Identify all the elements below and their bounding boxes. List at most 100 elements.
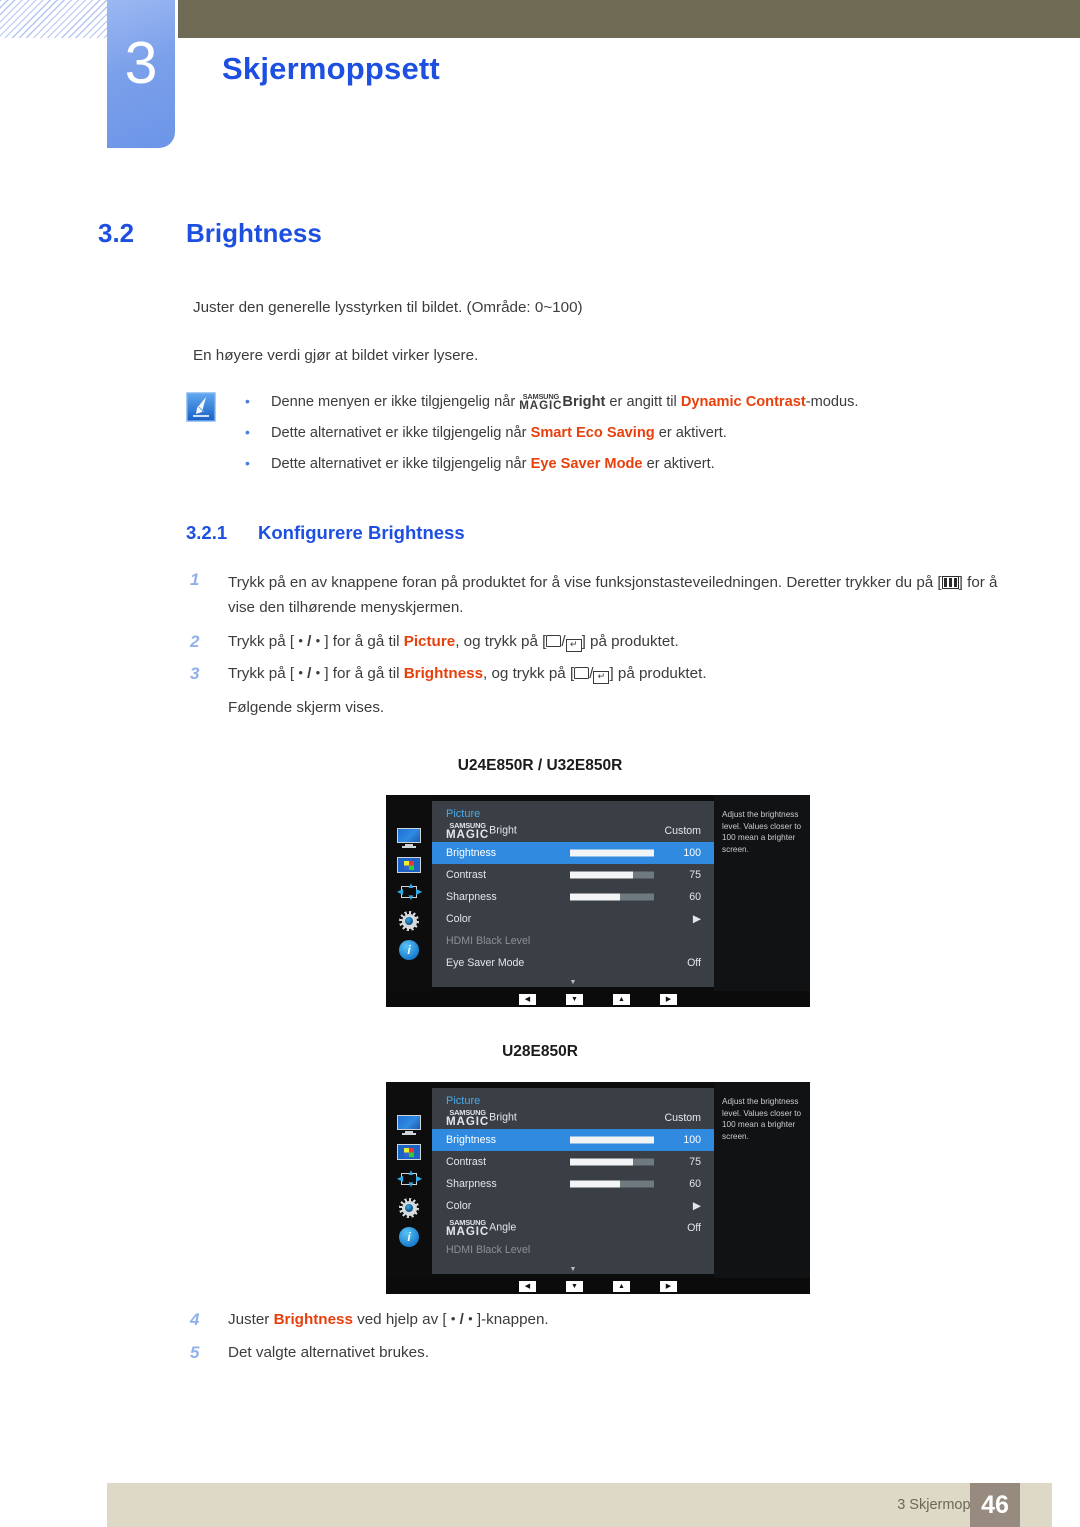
nav-right-icon[interactable]: ▶	[660, 1280, 677, 1292]
page-header: 3 Skjermoppsett	[0, 0, 1080, 180]
osd-row-sharpness[interactable]: Sharpness 60	[432, 1173, 714, 1195]
scroll-down-icon[interactable]: ▼	[570, 1266, 577, 1273]
step-4-text-a: Juster	[228, 1311, 274, 1328]
note-2-highlight: Smart Eco Saving	[530, 425, 655, 441]
osd-row-label: Contrast	[446, 869, 487, 881]
step-2-target: Picture	[403, 633, 456, 650]
osd-screenshot-2: ▲ ▼ ◀ ▶ i Picture SAMSUNG MAGIC Bright Custo…	[386, 1082, 810, 1280]
osd-menu-title: Picture	[446, 1095, 481, 1107]
osd-navbar-1: ◀ ▼ ▲ ▶	[386, 991, 810, 1007]
chapter-number-badge: 3	[107, 0, 175, 148]
chapter-title: Skjermoppsett	[222, 51, 440, 86]
osd-row-value: Custom	[664, 1112, 702, 1124]
display-arrows-icon[interactable]: ▲ ▼ ◀ ▶	[397, 1169, 422, 1189]
osd-row-label: SAMSUNG MAGIC Angle	[446, 1218, 517, 1239]
nav-down-icon[interactable]: ▼	[566, 1280, 583, 1292]
osd-tooltip-1: Adjust the brightness level. Values clos…	[714, 795, 810, 993]
menu-key-icon	[941, 576, 959, 589]
step-5-text: Det valgte alternativet brukes.	[228, 1344, 429, 1361]
dot-icon: •	[315, 665, 321, 680]
step-3-text-a: Trykk på [	[228, 665, 299, 682]
osd-row-contrast[interactable]: Contrast 75	[432, 864, 714, 886]
osd-row-value: 75	[689, 869, 701, 881]
step-3-target: Brightness	[403, 665, 484, 682]
step-4-number: 4	[190, 1310, 200, 1329]
gear-icon[interactable]	[399, 911, 419, 931]
gear-icon[interactable]	[399, 1198, 419, 1218]
note-3-highlight: Eye Saver Mode	[530, 456, 643, 472]
osd-navbar-2: ◀ ▼ ▲ ▶	[386, 1278, 810, 1294]
osd-row-value: 75	[689, 1156, 701, 1168]
section-paragraph-2: En høyere verdi gjør at bildet virker ly…	[193, 347, 479, 364]
osd-slider-contrast[interactable]	[570, 1158, 654, 1166]
info-icon[interactable]: i	[399, 1227, 419, 1247]
nav-down-icon[interactable]: ▼	[566, 993, 583, 1005]
osd-row-magicbright[interactable]: SAMSUNG MAGIC Bright Custom	[432, 1107, 714, 1129]
display-arrows-icon[interactable]: ▲ ▼ ◀ ▶	[397, 882, 422, 902]
section-number: 3.2	[98, 218, 135, 248]
step-3-text-c: , og trykk på [	[483, 665, 575, 682]
osd-row-brightness[interactable]: Brightness 100	[432, 842, 714, 864]
note-2-pre: Dette alternativet er ikke tilgjengelig …	[271, 425, 531, 441]
step-1-text-a: Trykk på en av knappene foran på produkt…	[228, 574, 942, 591]
note-1-magic-suffix: Bright	[562, 394, 606, 410]
dot-icon: •	[298, 633, 303, 648]
note-3-pre: Dette alternativet er ikke tilgjengelig …	[271, 456, 531, 472]
enter-key-icon: ↵	[565, 639, 582, 652]
nav-left-icon[interactable]: ◀	[519, 993, 536, 1005]
osd-slider-brightness[interactable]	[570, 849, 654, 857]
monitor-icon[interactable]	[397, 1115, 421, 1135]
step-3-separator: /	[302, 665, 316, 682]
step-4-target: Brightness	[273, 1311, 353, 1328]
step-4-text-b: ved hjelp av [	[352, 1311, 451, 1328]
osd-row-label: Color	[446, 913, 472, 925]
osd-row-magicangle[interactable]: SAMSUNG MAGIC Angle Off	[432, 1217, 714, 1239]
osd-row-label: Sharpness	[446, 1178, 497, 1190]
osd-slider-sharpness[interactable]	[570, 893, 654, 901]
info-icon[interactable]: i	[399, 940, 419, 960]
scroll-down-icon[interactable]: ▼	[570, 979, 577, 986]
nav-up-icon[interactable]: ▲	[613, 993, 630, 1005]
picture-icon[interactable]	[397, 857, 421, 873]
page-number: 46	[981, 1490, 1009, 1519]
osd-row-hdmi-black-level: HDMI Black Level	[432, 1239, 714, 1261]
step-2-text-a: Trykk på [	[228, 633, 299, 650]
nav-left-icon[interactable]: ◀	[519, 1280, 536, 1292]
step-3-text: Trykk på [ • / • ] for å gå til Brightne…	[228, 665, 707, 684]
monitor-icon[interactable]	[397, 828, 421, 848]
osd-row-color[interactable]: Color ▶	[432, 908, 714, 930]
osd-row-color[interactable]: Color ▶	[432, 1195, 714, 1217]
step-4-text: Juster Brightness ved hjelp av [ • / • ]…	[228, 1311, 549, 1328]
osd-sidebar-2: ▲ ▼ ◀ ▶ i	[386, 1082, 432, 1280]
osd-row-label: Sharpness	[446, 891, 497, 903]
osd-row-label: Color	[446, 1200, 472, 1212]
subsection-title: Konfigurere Brightness	[258, 522, 465, 543]
back-key-icon	[546, 635, 562, 647]
step-2-text: Trykk på [ • / • ] for å gå til Picture,…	[228, 633, 679, 652]
step-2-text-b: ] for å gå til	[320, 633, 404, 650]
osd-row-sharpness[interactable]: Sharpness 60	[432, 886, 714, 908]
enter-key-icon: ↵	[593, 671, 610, 684]
step-2-number: 2	[190, 632, 200, 651]
osd-slider-sharpness[interactable]	[570, 1180, 654, 1188]
osd-row-label: Brightness	[446, 1134, 497, 1146]
submenu-arrow-icon: ▶	[692, 913, 701, 925]
submenu-arrow-icon: ▶	[692, 1200, 701, 1212]
osd-row-label: Contrast	[446, 1156, 487, 1168]
step-2-separator: /	[302, 633, 316, 650]
nav-up-icon[interactable]: ▲	[613, 1280, 630, 1292]
osd-row-hdmi-black-level: HDMI Black Level	[432, 930, 714, 952]
step-1-text: Trykk på en av knappene foran på produkt…	[228, 571, 1028, 620]
osd-row-eye-saver-mode[interactable]: Eye Saver Mode Off	[432, 952, 714, 974]
osd-model-label-1: U24E850R / U32E850R	[457, 757, 623, 774]
dot-icon: •	[315, 633, 321, 648]
section-paragraph-1: Juster den generelle lysstyrken til bild…	[193, 299, 583, 316]
nav-right-icon[interactable]: ▶	[660, 993, 677, 1005]
osd-slider-contrast[interactable]	[570, 871, 654, 879]
osd-slider-brightness[interactable]	[570, 1136, 654, 1144]
osd-row-brightness[interactable]: Brightness 100	[432, 1129, 714, 1151]
osd-row-magicbright[interactable]: SAMSUNG MAGIC Bright Custom	[432, 820, 714, 842]
osd-row-contrast[interactable]: Contrast 75	[432, 1151, 714, 1173]
picture-icon[interactable]	[397, 1144, 421, 1160]
page-number-badge: 46	[970, 1483, 1020, 1527]
